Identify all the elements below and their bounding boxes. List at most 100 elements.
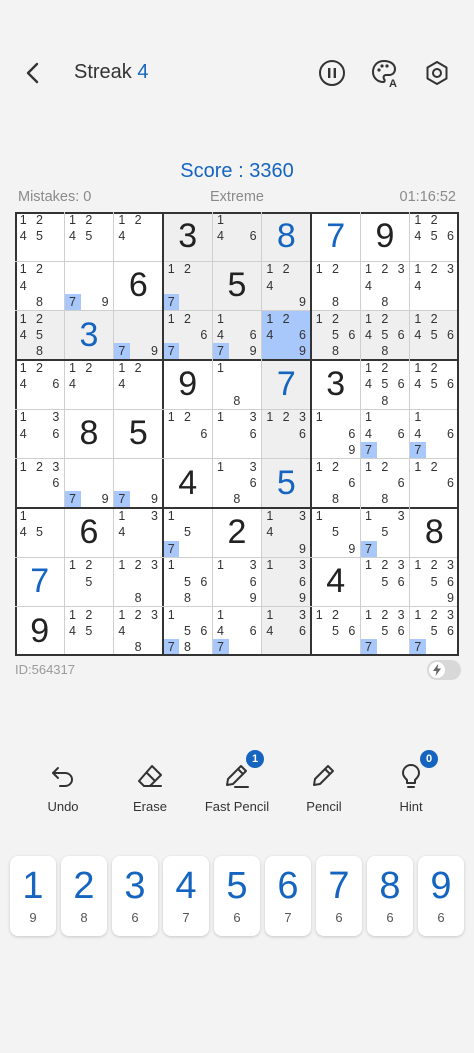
cell-r7c1[interactable]: 1 45: [15, 508, 64, 557]
cell-r7c6[interactable]: 1 3 4 9: [261, 508, 311, 558]
cell-r4c2[interactable]: 124: [64, 360, 113, 409]
cell-r2c5[interactable]: 5: [212, 261, 262, 311]
cell-r9c5[interactable]: 1467: [212, 607, 261, 656]
cell-r9c1[interactable]: 9: [15, 607, 64, 656]
cell-r2c8[interactable]: 123 48: [360, 261, 409, 310]
cell-r3c7[interactable]: 12568: [311, 310, 361, 360]
cell-r1c3[interactable]: 124: [114, 212, 163, 261]
cell-r2c9[interactable]: 1234: [410, 261, 459, 310]
cell-r8c2[interactable]: 125: [64, 557, 113, 606]
cell-r2c3[interactable]: 6: [114, 261, 163, 310]
number-key-9[interactable]: 96: [418, 856, 464, 936]
cell-r6c7[interactable]: 1268: [311, 459, 360, 508]
cell-r1c1[interactable]: 1245: [15, 212, 64, 261]
cell-r5c9[interactable]: 1467: [409, 409, 459, 459]
number-key-7[interactable]: 76: [316, 856, 362, 936]
cell-r3c8[interactable]: 124568: [360, 310, 410, 360]
cell-r1c5[interactable]: 1 4 6: [212, 212, 262, 262]
cell-r7c5[interactable]: 2: [212, 508, 261, 557]
cell-r9c6[interactable]: 1 3 4 6: [261, 606, 311, 656]
cell-r6c1[interactable]: 1236: [15, 459, 64, 508]
cell-r6c6[interactable]: 5: [261, 458, 311, 508]
fast-pencil-button[interactable]: 1 Fast Pencil: [197, 750, 277, 818]
cell-r5c3[interactable]: 5: [114, 409, 163, 458]
cell-r1c4[interactable]: 3: [163, 212, 213, 262]
quick-mode-toggle[interactable]: [427, 660, 461, 680]
cell-r8c6[interactable]: 1 369: [261, 557, 311, 607]
number-key-2[interactable]: 28: [61, 856, 107, 936]
cell-r2c4[interactable]: 12 7: [163, 261, 213, 311]
cell-r1c8[interactable]: 9: [360, 212, 409, 261]
hint-button[interactable]: 0 Hint: [371, 750, 451, 818]
cell-r8c3[interactable]: 123 8: [114, 557, 163, 606]
cell-r3c2[interactable]: 3: [64, 310, 114, 360]
number-key-8[interactable]: 86: [367, 856, 413, 936]
cell-r3c3[interactable]: 79: [113, 310, 163, 360]
cell-r4c9[interactable]: 12456: [410, 360, 459, 409]
cell-r2c2[interactable]: 79: [64, 261, 113, 311]
cell-r9c2[interactable]: 1245: [64, 607, 113, 656]
cell-r7c9[interactable]: 8: [410, 508, 459, 557]
cell-r9c8[interactable]: 123567: [360, 607, 409, 656]
cell-r2c1[interactable]: 1248: [15, 261, 64, 310]
number-key-5[interactable]: 56: [214, 856, 260, 936]
cell-r5c1[interactable]: 1 3 4 6: [15, 409, 64, 458]
cell-r4c3[interactable]: 124: [114, 360, 163, 409]
cell-r5c5[interactable]: 1 36: [212, 409, 261, 458]
number-key-1[interactable]: 19: [10, 856, 56, 936]
cell-r4c4[interactable]: 9: [163, 360, 212, 409]
cell-r5c2[interactable]: 8: [64, 409, 113, 458]
settings-icon[interactable]: [422, 58, 452, 88]
cell-r2c6[interactable]: 124 9: [261, 261, 311, 311]
pause-icon[interactable]: [317, 58, 347, 88]
cell-r9c9[interactable]: 123567: [409, 607, 459, 656]
cell-r1c6[interactable]: 8: [261, 212, 311, 262]
cell-r7c4[interactable]: 157: [163, 508, 212, 557]
cell-r8c7[interactable]: 4: [311, 557, 360, 606]
number-key-6[interactable]: 67: [265, 856, 311, 936]
cell-r4c8[interactable]: 124568: [360, 360, 409, 409]
cell-r4c5[interactable]: 18: [212, 360, 261, 409]
cell-r8c8[interactable]: 12356: [360, 557, 409, 606]
cell-r8c1[interactable]: 7: [15, 557, 64, 606]
cell-r9c4[interactable]: 15678: [163, 607, 212, 656]
cell-r5c4[interactable]: 126: [163, 409, 212, 458]
cell-r5c7[interactable]: 1 69: [311, 409, 360, 458]
cell-r3c9[interactable]: 12456: [409, 310, 459, 360]
pencil-button[interactable]: Pencil: [284, 758, 364, 818]
cell-r9c3[interactable]: 12348: [114, 607, 163, 656]
cell-r6c9[interactable]: 126: [410, 459, 459, 508]
cell-r3c6[interactable]: 124 6 9: [261, 310, 311, 360]
cell-r6c5[interactable]: 1 368: [212, 459, 261, 508]
cell-r3c5[interactable]: 14 6 9 7: [212, 310, 262, 360]
cell-r1c9[interactable]: 12456: [410, 212, 459, 261]
cell-r5c8[interactable]: 14 6 7: [360, 409, 409, 459]
undo-button[interactable]: Undo: [23, 758, 103, 818]
cell-r7c3[interactable]: 1 3 4: [114, 508, 163, 557]
cell-r2c7[interactable]: 12 8: [311, 261, 360, 310]
cell-r3c4[interactable]: 126 7: [163, 310, 213, 360]
cell-r4c7[interactable]: 3: [311, 360, 360, 409]
cell-r6c4[interactable]: 4: [163, 459, 212, 508]
cell-r8c5[interactable]: 1 369: [212, 557, 261, 606]
cell-r4c1[interactable]: 124 6: [15, 360, 64, 409]
cell-r7c8[interactable]: 1 357: [360, 508, 409, 557]
cell-r1c2[interactable]: 1245: [64, 212, 113, 261]
cell-r6c8[interactable]: 1268: [360, 459, 409, 508]
cell-r8c4[interactable]: 1568: [163, 557, 212, 606]
cell-r3c1[interactable]: 1245 8: [15, 310, 65, 360]
cell-r7c7[interactable]: 159: [311, 508, 360, 557]
erase-button[interactable]: Erase: [110, 758, 190, 818]
cell-r4c6[interactable]: 7: [261, 360, 311, 410]
number-key-4[interactable]: 47: [163, 856, 209, 936]
cell-r5c6[interactable]: 1236: [261, 409, 311, 459]
cell-r6c2[interactable]: 79: [64, 459, 113, 508]
back-arrow-icon[interactable]: [18, 58, 48, 88]
cell-r6c3[interactable]: 79: [113, 459, 163, 508]
cell-r9c7[interactable]: 1256: [311, 607, 360, 656]
palette-icon[interactable]: A: [370, 58, 400, 88]
cell-r1c7[interactable]: 7: [311, 212, 360, 261]
cell-r7c2[interactable]: 6: [64, 508, 113, 557]
cell-r8c9[interactable]: 123569: [410, 557, 459, 606]
number-key-3[interactable]: 36: [112, 856, 158, 936]
